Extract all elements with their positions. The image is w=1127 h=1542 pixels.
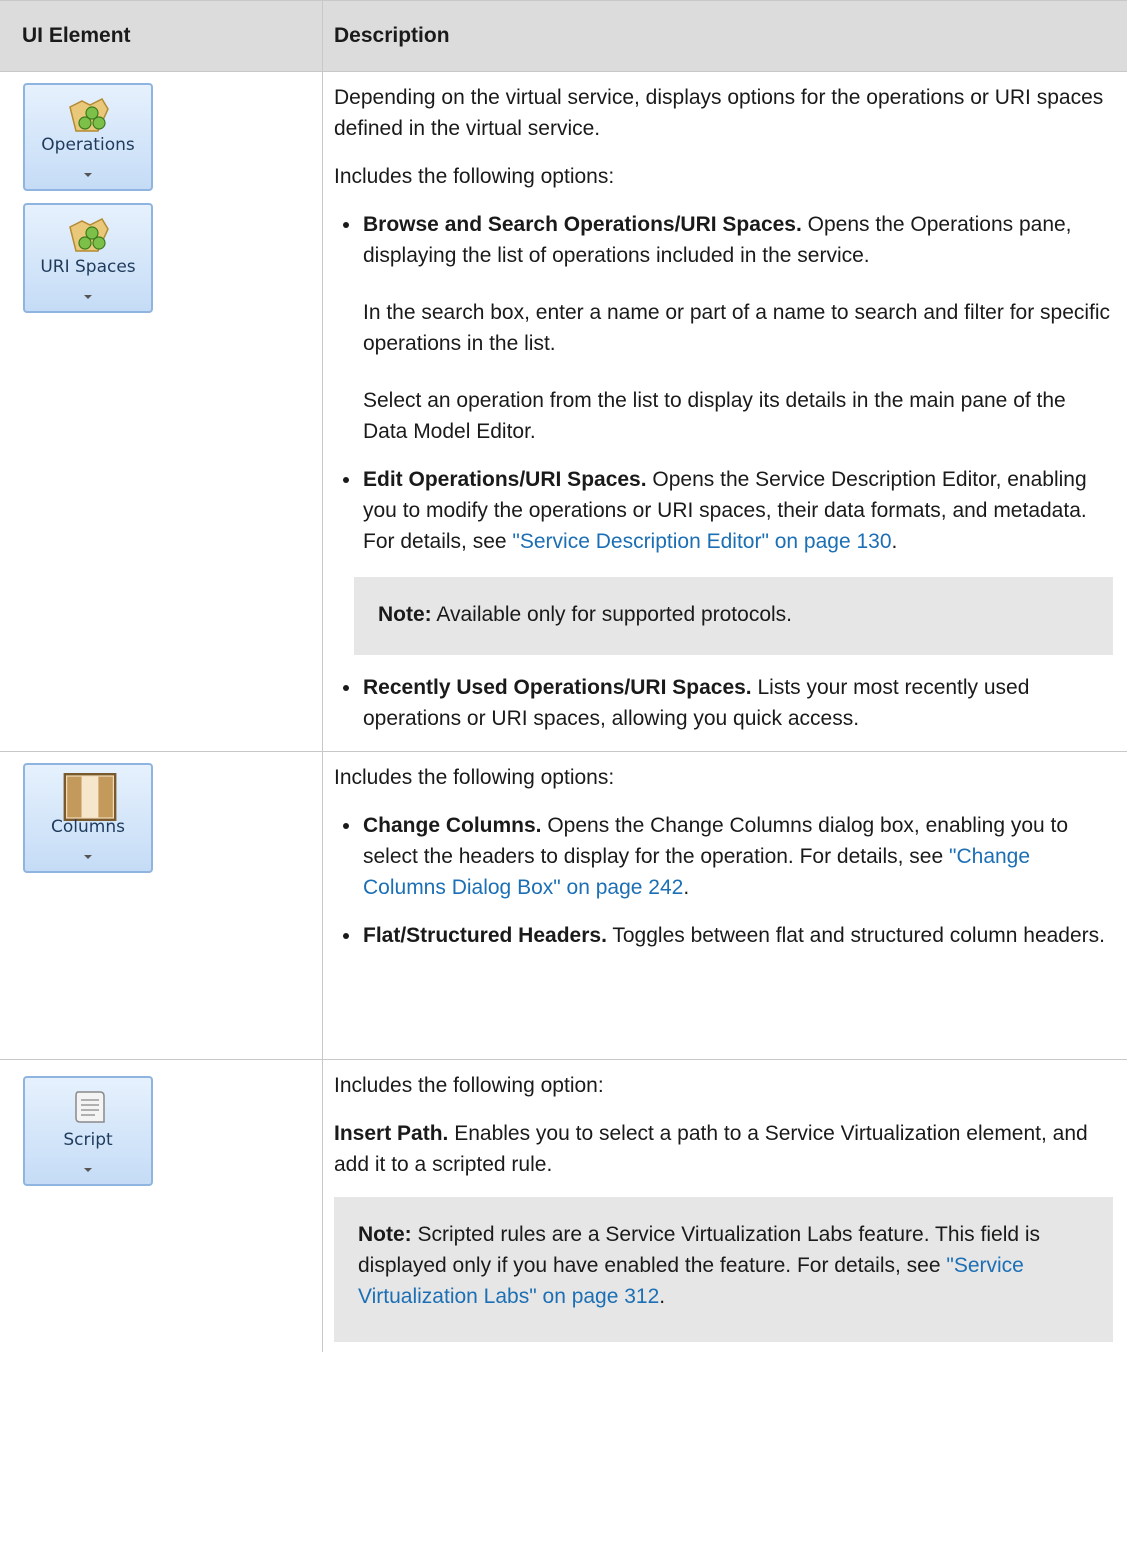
- list-item: Edit Operations/URI Spaces. Opens the Se…: [334, 464, 1113, 655]
- table-row: Columns Includes the following options: …: [0, 751, 1127, 1060]
- table-row: Script Includes the following option: In…: [0, 1059, 1127, 1353]
- list-item: Browse and Search Operations/URI Spaces.…: [334, 209, 1113, 447]
- option-paragraph: In the search box, enter a name or part …: [363, 301, 1111, 355]
- note-label: Note:: [378, 603, 432, 626]
- option-text-end: .: [891, 530, 898, 553]
- header-description: Description: [322, 0, 1127, 72]
- note-text: Scripted rules are a Service Virtualizat…: [358, 1223, 1041, 1277]
- chevron-down-icon: [84, 173, 92, 177]
- ui-element-cell: Script: [0, 1059, 323, 1352]
- option-title: Edit Operations/URI Spaces.: [363, 468, 647, 491]
- list-item: Recently Used Operations/URI Spaces. Lis…: [334, 672, 1113, 734]
- list-item: Change Columns. Opens the Change Columns…: [334, 810, 1113, 903]
- ui-element-cell: Operations URI Spaces: [0, 71, 323, 752]
- service-description-editor-link[interactable]: "Service Description Editor" on page 130: [512, 530, 891, 553]
- operations-button[interactable]: Operations: [23, 83, 153, 191]
- table-header-row: UI Element Description: [0, 0, 1127, 72]
- ui-element-cell: Columns: [0, 751, 323, 1060]
- option-title: Change Columns.: [363, 814, 542, 837]
- header-ui-element: UI Element: [0, 0, 323, 72]
- options-list: Change Columns. Opens the Change Columns…: [334, 810, 1113, 951]
- uri-spaces-button-label: URI Spaces: [40, 257, 136, 277]
- description-includes: Includes the following options:: [334, 165, 615, 188]
- option-paragraph: Select an operation from the list to dis…: [363, 389, 1066, 443]
- chevron-down-icon: [84, 1168, 92, 1172]
- description-includes: Includes the following options:: [334, 766, 615, 789]
- columns-button[interactable]: Columns: [23, 763, 153, 873]
- uri-spaces-icon: [69, 218, 109, 252]
- options-list: Browse and Search Operations/URI Spaces.…: [334, 209, 1113, 734]
- insert-path-text: Enables you to select a path to a Servic…: [334, 1122, 1088, 1176]
- description-includes: Includes the following option:: [334, 1074, 604, 1097]
- script-icon: [75, 1091, 105, 1123]
- note-text: Available only for supported protocols.: [431, 603, 793, 626]
- note-text-end: .: [659, 1285, 666, 1308]
- script-button[interactable]: Script: [23, 1076, 153, 1186]
- operations-button-label: Operations: [41, 135, 135, 155]
- operations-icon: [69, 98, 109, 132]
- ui-element-table: UI Element Description Operations URI Sp…: [0, 0, 1127, 1352]
- note-box: Note: Scripted rules are a Service Virtu…: [334, 1197, 1113, 1342]
- chevron-down-icon: [84, 295, 92, 299]
- description-intro: Depending on the virtual service, displa…: [334, 86, 1104, 140]
- option-title: Browse and Search Operations/URI Spaces.: [363, 213, 802, 236]
- list-item: Flat/Structured Headers. Toggles between…: [334, 920, 1113, 951]
- chevron-down-icon: [84, 855, 92, 859]
- option-title: Recently Used Operations/URI Spaces.: [363, 676, 752, 699]
- note-label: Note:: [358, 1223, 412, 1246]
- insert-path-title: Insert Path.: [334, 1122, 449, 1145]
- description-cell: Depending on the virtual service, displa…: [322, 71, 1127, 752]
- uri-spaces-button[interactable]: URI Spaces: [23, 203, 153, 313]
- option-text: Toggles between flat and structured colu…: [606, 924, 1105, 947]
- option-title: Flat/Structured Headers.: [363, 924, 607, 947]
- script-button-label: Script: [63, 1130, 113, 1150]
- description-cell: Includes the following option: Insert Pa…: [323, 1060, 1127, 1353]
- option-text-end: .: [683, 876, 690, 899]
- columns-button-label: Columns: [51, 817, 125, 837]
- table-row: Operations URI Spaces Depending on the v…: [0, 71, 1127, 752]
- note-box: Note: Available only for supported proto…: [354, 577, 1113, 655]
- description-cell: Includes the following options: Change C…: [322, 751, 1127, 1060]
